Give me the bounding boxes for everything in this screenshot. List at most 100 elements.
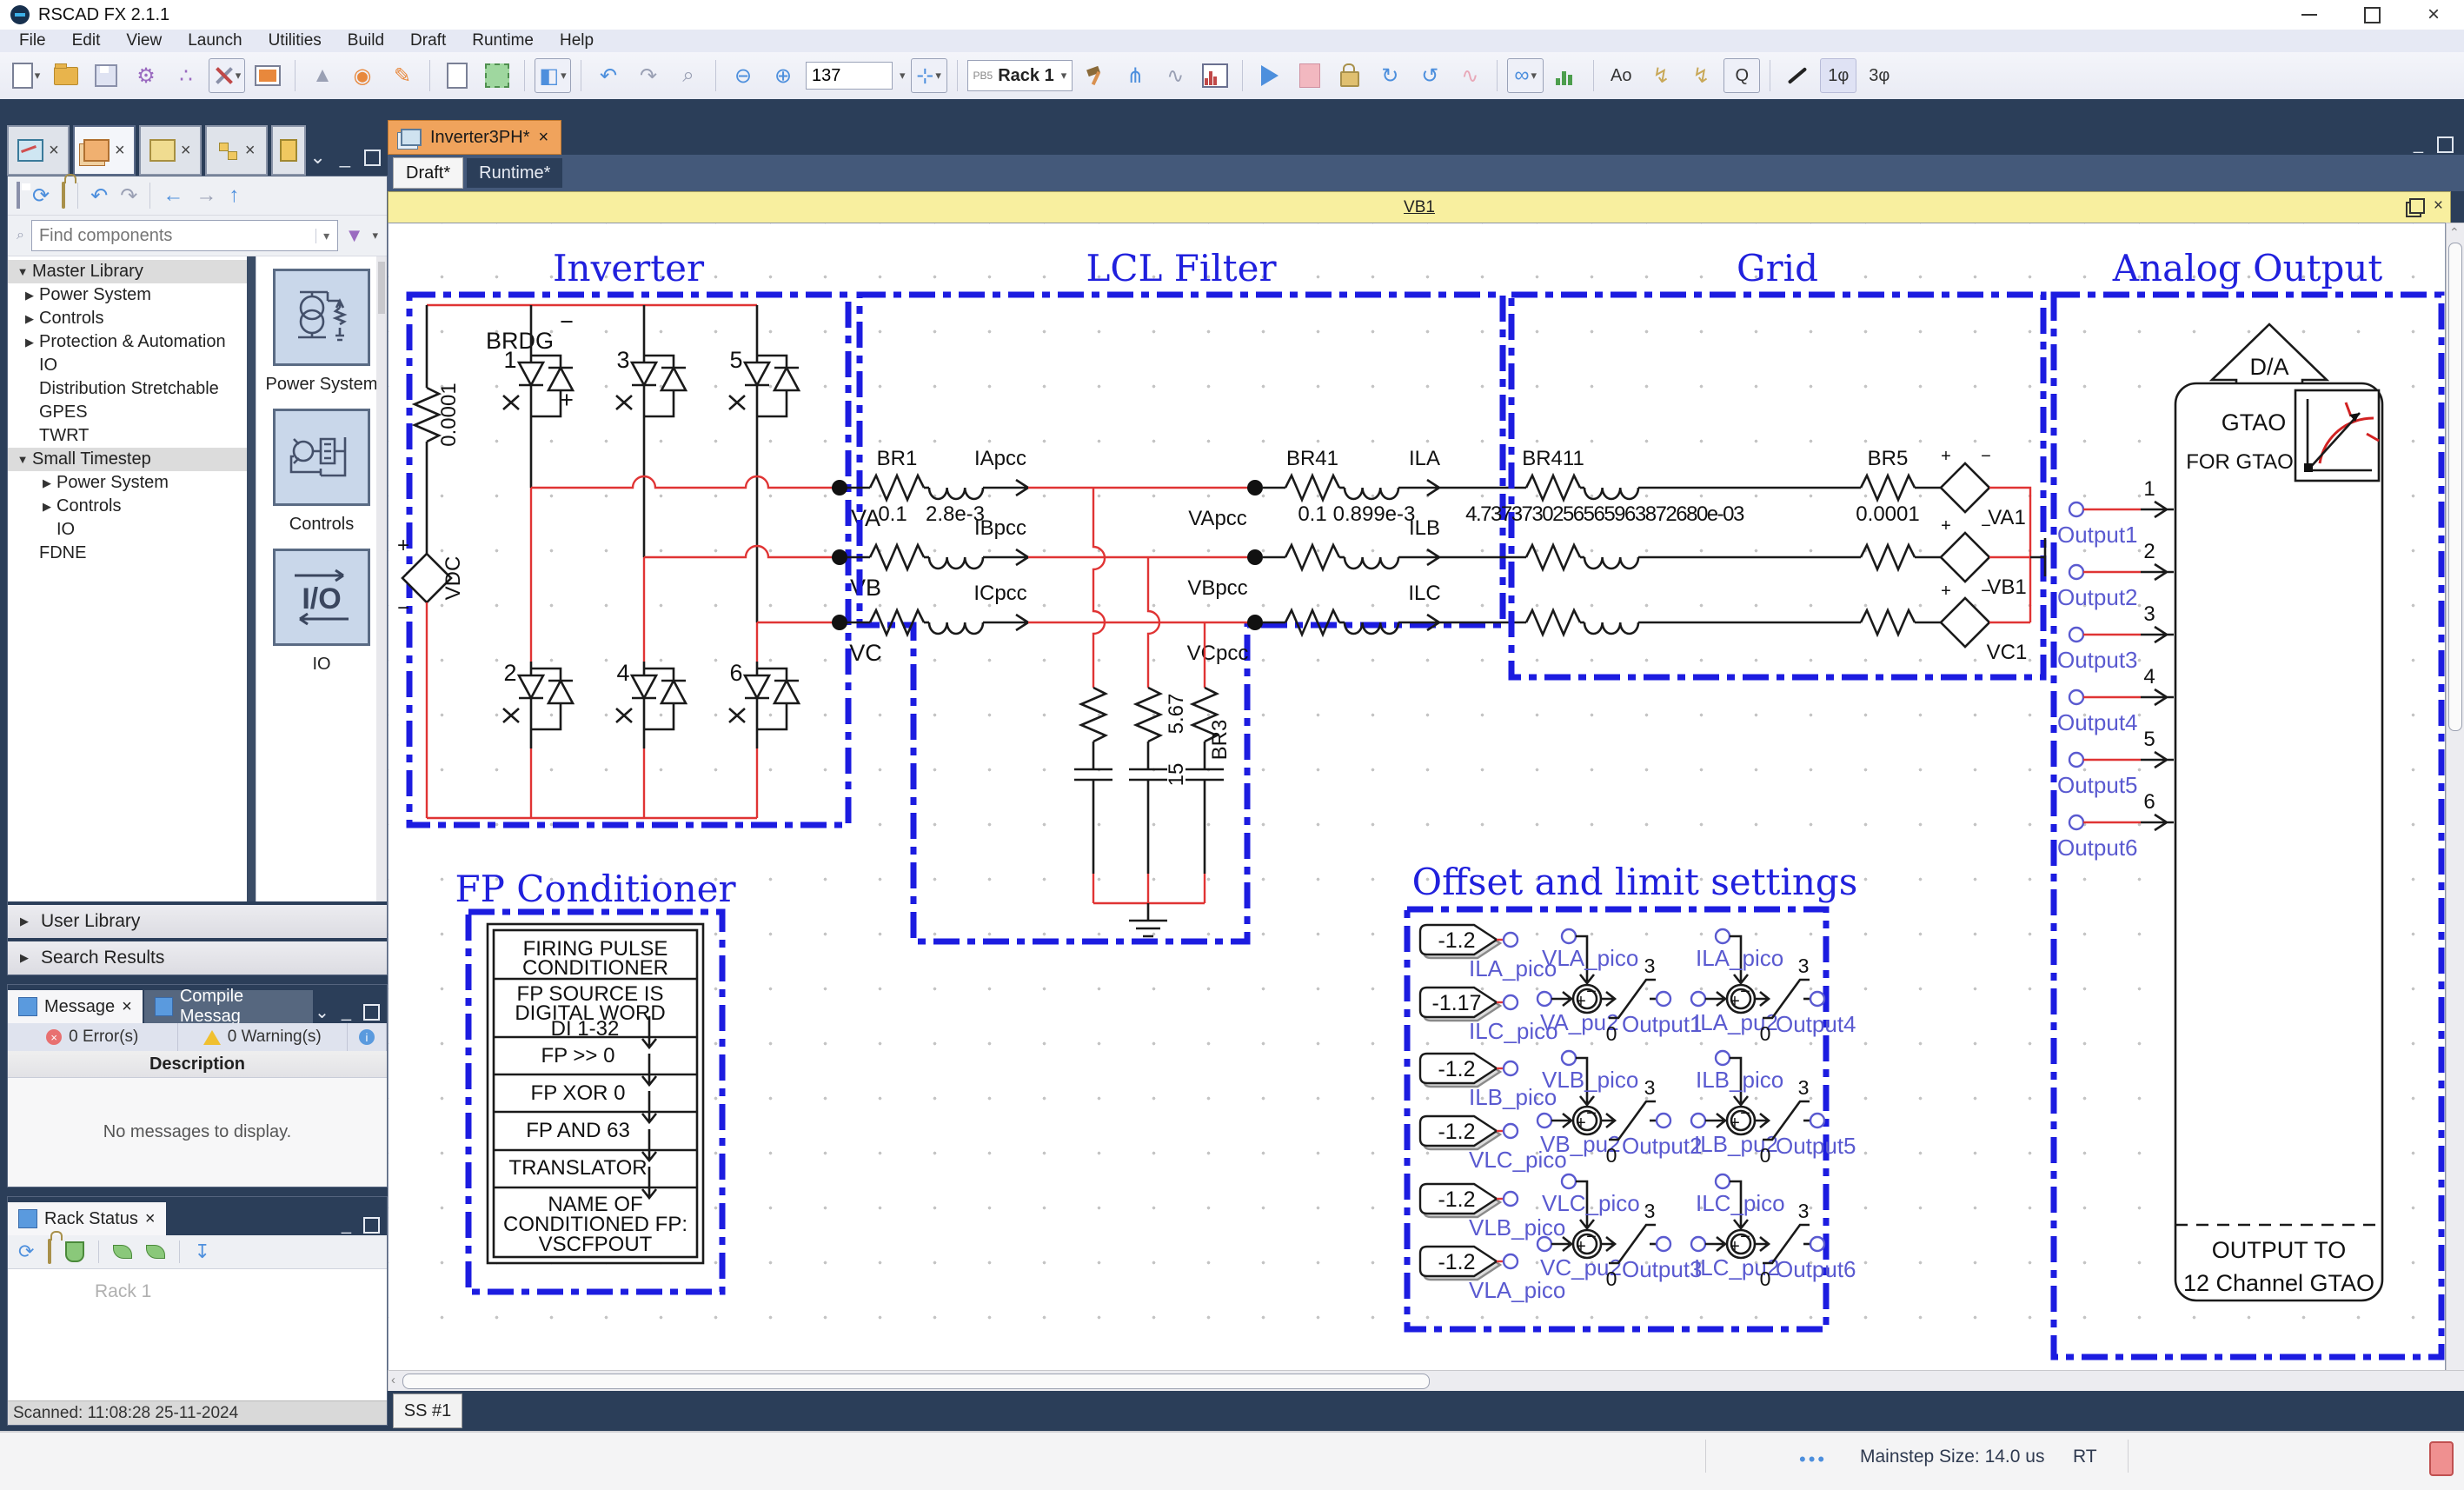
close-view-icon[interactable]: ×	[2434, 196, 2443, 216]
panel-minimize-icon[interactable]: _	[2414, 135, 2423, 155]
rack-unlock-icon[interactable]	[48, 1241, 51, 1263]
errors-filter[interactable]: × 0 Error(s)	[8, 1023, 178, 1051]
zoom-in-button[interactable]: ⊕	[766, 59, 800, 92]
panel-minimize-icon[interactable]: _	[342, 1215, 351, 1235]
component-light-button[interactable]: ◧▾	[535, 58, 571, 93]
probe-multi-button[interactable]: ↯	[1684, 59, 1718, 92]
tab-message[interactable]: Message ×	[8, 990, 143, 1023]
tab-draft[interactable]: Draft*	[393, 157, 463, 189]
grid-phase-c[interactable]: + − VC1	[1526, 582, 2027, 664]
search-input[interactable]	[32, 226, 315, 246]
menu-view[interactable]: View	[126, 31, 162, 50]
search-dropdown-icon[interactable]: ▾	[315, 229, 337, 243]
palette-scrollbar[interactable]	[376, 256, 387, 901]
palette-tile-io[interactable]: I/O	[273, 549, 370, 646]
panel-expand-icon[interactable]: ⌄	[315, 1001, 329, 1023]
tab-files[interactable]	[271, 125, 307, 176]
download-icon[interactable]: ↧	[194, 1241, 209, 1263]
stop-button[interactable]	[1292, 59, 1327, 92]
sync-off-button[interactable]: ↺	[1412, 59, 1447, 92]
gtao-channel-6[interactable]: 6 Output6	[2057, 790, 2174, 861]
shield-icon[interactable]	[65, 1241, 84, 1262]
lock-library-icon[interactable]	[62, 183, 65, 208]
wave-button[interactable]: ∿	[1452, 59, 1487, 92]
leaf-on-icon[interactable]	[113, 1245, 132, 1259]
subsystem-tab[interactable]: SS #1	[393, 1394, 462, 1428]
fp-conditioner-component[interactable]: FIRING PULSE CONDITIONER FP SOURCE IS DI…	[488, 924, 703, 1263]
filter-icon[interactable]: ▼	[345, 224, 364, 247]
menu-runtime[interactable]: Runtime	[472, 31, 534, 50]
sync-button[interactable]: ↻	[1372, 59, 1407, 92]
target-button[interactable]: ◉	[345, 59, 380, 92]
expander-icon[interactable]	[20, 289, 39, 303]
save-button[interactable]	[89, 59, 123, 92]
expander-icon[interactable]	[13, 453, 32, 466]
tower-button[interactable]: ▲	[305, 59, 340, 92]
branch-button[interactable]: ⋔	[1118, 59, 1152, 92]
hammer-button[interactable]	[1078, 59, 1112, 92]
new-file-button[interactable]: ▾	[9, 59, 43, 92]
tab-hierarchy[interactable]: ×	[205, 125, 268, 176]
lcl-shunt-branch[interactable]: 5.67 15 BR3	[1074, 488, 1232, 936]
draw-button[interactable]: ✎	[385, 59, 420, 92]
tree-item-distribution[interactable]: Distribution Stretchable	[8, 377, 247, 401]
gtao-channel-5[interactable]: 5 Output5	[2057, 728, 2174, 798]
rack-list[interactable]: Rack 1	[8, 1269, 387, 1400]
gtao-channel-1[interactable]: 1 Output1	[2057, 477, 2174, 548]
annotation-button[interactable]: Ao	[1604, 59, 1638, 92]
status-dots[interactable]: •••	[1799, 1448, 1827, 1471]
scroll-up-icon[interactable]: ⌃	[2449, 225, 2460, 240]
tree-item-st-controls[interactable]: Controls	[8, 495, 247, 518]
unlock-button[interactable]	[1332, 59, 1367, 92]
expander-icon[interactable]	[37, 476, 56, 490]
close-button[interactable]: ×	[2427, 4, 2440, 25]
scroll-left-icon[interactable]: ‹	[391, 1373, 395, 1387]
expander-icon[interactable]	[20, 312, 39, 326]
save-library-icon[interactable]	[17, 183, 20, 208]
tools-button[interactable]: ▾	[209, 58, 245, 93]
search-results-header[interactable]: Search Results	[8, 938, 387, 974]
zoom-level-input[interactable]	[806, 62, 893, 90]
tree-item-twrt[interactable]: TWRT	[8, 424, 247, 448]
zoom-out-button[interactable]: ⊖	[726, 59, 760, 92]
menu-file[interactable]: File	[19, 31, 46, 50]
breadcrumb-vb1[interactable]: VB1	[1404, 198, 1435, 217]
sum-limit-output2[interactable]: VLB_pico + − VB_pu2 3 0 Output2	[1538, 1051, 1703, 1167]
quantity-button[interactable]: Q	[1723, 58, 1760, 93]
info-filter[interactable]: i	[348, 1023, 387, 1051]
run-button[interactable]	[1252, 59, 1287, 92]
grid-phase-b[interactable]: + − VB1	[1526, 516, 2027, 599]
sum-limit-output6[interactable]: ILC_pico + − ILC_pu2 3 0 Output6	[1691, 1174, 1856, 1290]
nodes-button[interactable]: ∴	[169, 59, 203, 92]
redo-button[interactable]: ↷	[631, 59, 666, 92]
rack-refresh-icon[interactable]: ⟳	[18, 1241, 34, 1263]
workspace-button[interactable]	[250, 59, 285, 92]
compile-button[interactable]	[480, 59, 515, 92]
constant-ilb-pico[interactable]: -1.2 ILB_pico	[1420, 1054, 1557, 1110]
tree-item-small-timestep[interactable]: Small Timestep	[8, 448, 247, 471]
undo-button[interactable]: ↶	[591, 59, 626, 92]
tree-item-protection[interactable]: Protection & Automation	[8, 330, 247, 354]
dc-resistor[interactable]	[415, 388, 439, 442]
tree-item-master-library[interactable]: Master Library	[8, 260, 247, 283]
scrollbar-thumb[interactable]	[402, 1374, 1430, 1389]
tab-script[interactable]: ×	[139, 125, 202, 176]
horizontal-scrollbar[interactable]: ‹	[388, 1370, 2464, 1393]
tab-compile-messages[interactable]: Compile Messag	[144, 990, 313, 1023]
tree-item-io[interactable]: IO	[8, 354, 247, 377]
menu-utilities[interactable]: Utilities	[269, 31, 322, 50]
thyristor-leg-1[interactable]: 1 2	[503, 305, 573, 818]
chart-button[interactable]	[1549, 59, 1584, 92]
panel-popout-icon[interactable]	[363, 1004, 380, 1021]
open-button[interactable]	[49, 59, 83, 92]
panel-popout-icon[interactable]	[364, 150, 381, 166]
warnings-filter[interactable]: 0 Warning(s)	[178, 1023, 349, 1051]
gtao-channel-3[interactable]: 3 Output3	[2057, 602, 2174, 673]
probe-button[interactable]: ↯	[1644, 59, 1678, 92]
user-library-header[interactable]: User Library	[8, 901, 387, 938]
palette-tile-power-system[interactable]	[273, 269, 370, 366]
panel-popout-icon[interactable]	[363, 1217, 380, 1234]
histogram-button[interactable]	[1198, 59, 1232, 92]
sum-limit-output4[interactable]: ILA_pico + − ILA_pu2 3 0 Output4	[1691, 929, 1856, 1045]
scrollbar-thumb[interactable]	[2448, 243, 2462, 731]
